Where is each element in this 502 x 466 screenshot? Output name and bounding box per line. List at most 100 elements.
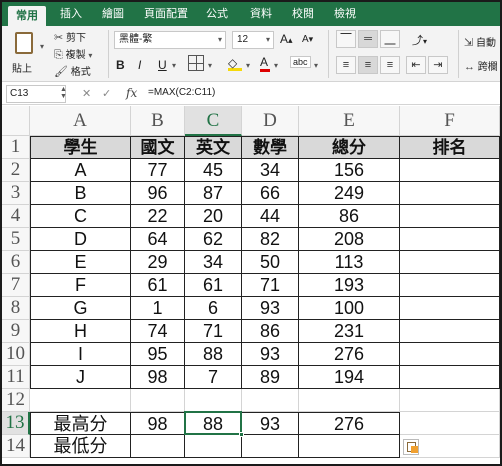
cell-d7[interactable]: 71 <box>242 274 299 297</box>
cell-c10[interactable]: 88 <box>185 343 242 366</box>
confirm-formula-icon[interactable]: ✓ <box>102 87 111 100</box>
column-header-b[interactable]: B <box>131 106 185 136</box>
cell-b14[interactable] <box>131 435 185 458</box>
cell-d13[interactable]: 93 <box>242 412 299 435</box>
insert-function-icon[interactable]: fx <box>126 86 137 100</box>
cell-e5[interactable]: 208 <box>299 228 400 251</box>
underline-button[interactable]: U <box>158 58 167 72</box>
cell-e9[interactable]: 231 <box>299 320 400 343</box>
cell-b3[interactable]: 96 <box>131 182 185 205</box>
select-all-corner[interactable] <box>2 106 30 136</box>
tab-view[interactable]: 檢視 <box>328 2 362 26</box>
cell-c1[interactable]: 英文 <box>185 136 242 159</box>
tab-draw[interactable]: 繪圖 <box>96 2 130 26</box>
cell-b6[interactable]: 29 <box>131 251 185 274</box>
cell-c5[interactable]: 62 <box>185 228 242 251</box>
font-name-select[interactable]: 黑體-繁 <box>114 31 226 49</box>
cell-e7[interactable]: 193 <box>299 274 400 297</box>
cell-e13[interactable]: 276 <box>299 412 400 435</box>
cell-d8[interactable]: 93 <box>242 297 299 320</box>
cell-b11[interactable]: 98 <box>131 366 185 389</box>
wrap-text-button[interactable]: ⇲ 自動 <box>464 34 496 49</box>
fill-color-icon[interactable]: ◇ <box>228 56 242 71</box>
cell-c6[interactable]: 34 <box>185 251 242 274</box>
paste-dropdown-icon[interactable]: ▾ <box>40 42 44 51</box>
cell-a6[interactable]: E <box>30 251 131 274</box>
fill-handle[interactable] <box>239 432 244 437</box>
cell-d10[interactable]: 93 <box>242 343 299 366</box>
column-header-e[interactable]: E <box>299 106 400 136</box>
borders-icon[interactable] <box>188 55 204 71</box>
cut-button[interactable]: ✂ 剪下 <box>54 29 86 44</box>
font-color-icon[interactable]: A <box>260 55 270 72</box>
cell-b8[interactable]: 1 <box>131 297 185 320</box>
row-header-5[interactable]: 5 <box>2 228 30 251</box>
row-header-1[interactable]: 1 <box>2 136 30 159</box>
row-header-12[interactable]: 12 <box>2 389 30 412</box>
column-header-c[interactable]: C <box>185 106 242 136</box>
cell-b9[interactable]: 74 <box>131 320 185 343</box>
orientation-icon[interactable]: ⤴▾ <box>412 32 427 48</box>
underline-dropdown-icon[interactable]: ▾ <box>172 61 176 70</box>
decrease-font-button[interactable]: A▾ <box>302 34 313 45</box>
fill-color-dropdown-icon[interactable]: ▾ <box>246 61 250 70</box>
cell-c11[interactable]: 7 <box>185 366 242 389</box>
cell-d5[interactable]: 82 <box>242 228 299 251</box>
row-header-6[interactable]: 6 <box>2 251 30 274</box>
format-painter-button[interactable]: 🖌 格式 <box>54 63 91 78</box>
copy-button[interactable]: ⎘ 複製 ▾ <box>54 46 92 62</box>
phonetic-dropdown-icon[interactable]: ▾ <box>314 61 318 70</box>
cell-f5[interactable] <box>400 228 500 251</box>
cell-e6[interactable]: 113 <box>299 251 400 274</box>
cell-b12[interactable] <box>131 389 185 412</box>
cell-f1[interactable]: 排名 <box>400 136 500 159</box>
name-box-dropdown-icon[interactable]: ▲ ▼ <box>60 86 67 100</box>
cell-c14[interactable] <box>185 435 242 458</box>
cell-f13[interactable] <box>400 412 500 435</box>
cell-d12[interactable] <box>242 389 299 412</box>
cell-e10[interactable]: 276 <box>299 343 400 366</box>
cell-c7[interactable]: 61 <box>185 274 242 297</box>
align-middle-button[interactable]: ═ <box>358 30 378 48</box>
cell-f7[interactable] <box>400 274 500 297</box>
cell-c13[interactable]: 88 <box>185 412 242 435</box>
cell-f12[interactable] <box>400 389 500 412</box>
paste-options-icon[interactable] <box>403 439 419 455</box>
decrease-indent-button[interactable]: ⇤ <box>406 56 426 74</box>
cell-a2[interactable]: A <box>30 159 131 182</box>
cell-c8[interactable]: 6 <box>185 297 242 320</box>
cancel-formula-icon[interactable]: ✕ <box>82 87 91 100</box>
cell-a8[interactable]: G <box>30 297 131 320</box>
cell-d2[interactable]: 34 <box>242 159 299 182</box>
row-header-13[interactable]: 13 <box>2 412 30 435</box>
row-header-3[interactable]: 3 <box>2 182 30 205</box>
cell-f2[interactable] <box>400 159 500 182</box>
cell-e8[interactable]: 100 <box>299 297 400 320</box>
cell-b7[interactable]: 61 <box>131 274 185 297</box>
increase-font-button[interactable]: A▴ <box>280 32 293 46</box>
cell-c12[interactable] <box>185 389 242 412</box>
cell-e2[interactable]: 156 <box>299 159 400 182</box>
borders-dropdown-icon[interactable]: ▾ <box>208 61 212 70</box>
phonetic-icon[interactable]: abc <box>290 56 311 68</box>
merge-button[interactable]: ↔ 跨欄 <box>464 58 498 73</box>
cell-e11[interactable]: 194 <box>299 366 400 389</box>
cell-e1[interactable]: 總分 <box>299 136 400 159</box>
row-header-8[interactable]: 8 <box>2 297 30 320</box>
cell-c4[interactable]: 20 <box>185 205 242 228</box>
cell-e14[interactable] <box>299 435 400 458</box>
cell-b13[interactable]: 98 <box>131 412 185 435</box>
cell-a9[interactable]: H <box>30 320 131 343</box>
cell-f9[interactable] <box>400 320 500 343</box>
column-header-a[interactable]: A <box>30 106 131 136</box>
cell-b1[interactable]: 國文 <box>131 136 185 159</box>
cell-a5[interactable]: D <box>30 228 131 251</box>
cell-f11[interactable] <box>400 366 500 389</box>
tab-page-layout[interactable]: 頁面配置 <box>140 2 192 26</box>
align-right-button[interactable]: ≡ <box>380 56 400 74</box>
paste-button[interactable]: 貼上 <box>8 30 42 78</box>
cell-e12[interactable] <box>299 389 400 412</box>
row-header-2[interactable]: 2 <box>2 159 30 182</box>
row-header-4[interactable]: 4 <box>2 205 30 228</box>
tab-review[interactable]: 校閱 <box>286 2 320 26</box>
